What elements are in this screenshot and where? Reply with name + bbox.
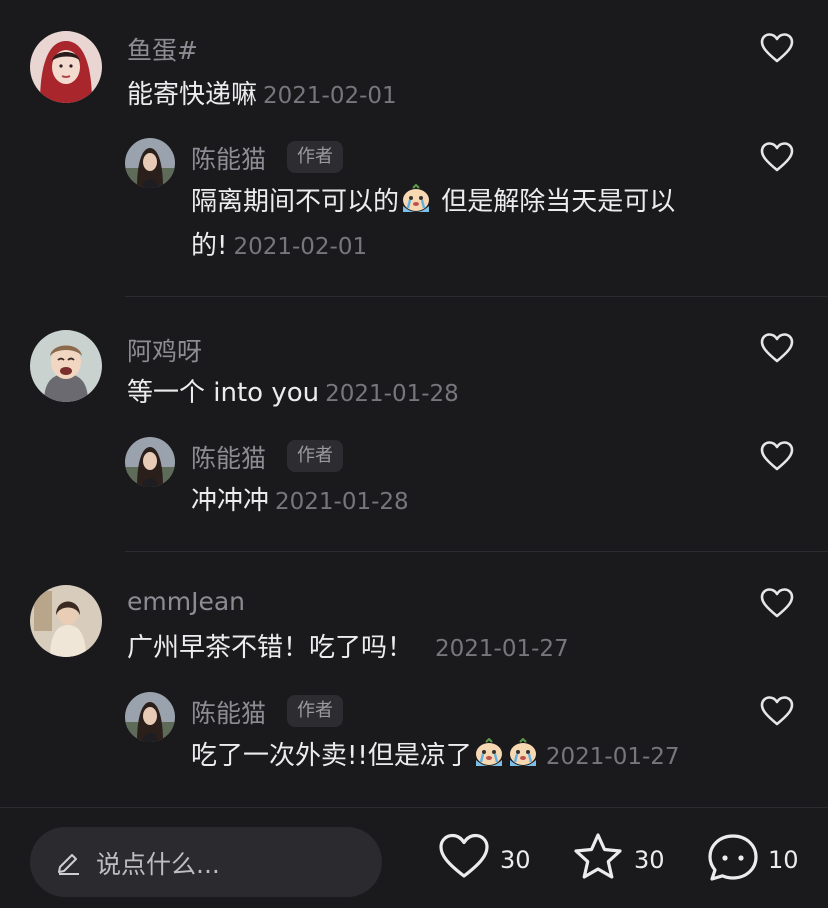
crying-emoji-icon bbox=[475, 738, 502, 766]
reply-username[interactable]: 陈能猫 bbox=[191, 694, 266, 730]
author-badge: 作者 bbox=[287, 440, 343, 472]
reply-text: 隔离期间不可以的 bbox=[191, 187, 400, 217]
comment-body: 广州早茶不错！吃了吗！ 2021-01-27 bbox=[127, 626, 569, 671]
bottom-action-bar: 说点什么... 30 30 10 bbox=[0, 807, 828, 908]
comment-input-placeholder: 说点什么... bbox=[96, 850, 220, 879]
avatar[interactable] bbox=[125, 437, 175, 487]
star-outline-icon bbox=[574, 833, 622, 879]
comment-count: 10 bbox=[768, 846, 799, 874]
heart-icon[interactable] bbox=[760, 587, 794, 619]
heart-icon[interactable] bbox=[760, 440, 794, 472]
divider bbox=[125, 296, 828, 297]
reply-date: 2021-01-27 bbox=[545, 744, 680, 770]
like-button[interactable]: 30 bbox=[438, 832, 538, 892]
comment-username[interactable]: emmJean bbox=[127, 587, 245, 616]
comment-text: 能寄快递嘛 bbox=[127, 80, 258, 110]
comment-date: 2021-02-01 bbox=[263, 83, 397, 109]
reply-text: 的! bbox=[191, 231, 228, 261]
avatar[interactable] bbox=[30, 31, 102, 103]
heart-outline-icon bbox=[439, 833, 489, 878]
comment-button[interactable]: 10 bbox=[706, 832, 806, 892]
favorite-button[interactable]: 30 bbox=[572, 832, 672, 892]
comment-date: 2021-01-27 bbox=[435, 636, 569, 662]
author-badge: 作者 bbox=[287, 695, 343, 727]
reply-date: 2021-01-28 bbox=[275, 489, 409, 515]
author-badge: 作者 bbox=[287, 141, 343, 173]
heart-icon[interactable] bbox=[760, 332, 794, 364]
comment-username[interactable]: 鱼蛋# bbox=[127, 31, 198, 67]
crying-emoji-icon bbox=[403, 184, 430, 212]
reply-text: 吃了一次外卖!!但是凉了 bbox=[191, 741, 472, 771]
reply-username[interactable]: 陈能猫 bbox=[191, 439, 266, 475]
avatar[interactable] bbox=[30, 585, 102, 657]
heart-icon[interactable] bbox=[760, 32, 794, 64]
reply-text: 冲冲冲 bbox=[191, 486, 270, 516]
avatar[interactable] bbox=[30, 330, 102, 402]
like-count: 30 bbox=[500, 846, 531, 874]
favorite-count: 30 bbox=[634, 846, 665, 874]
comment-text: 等一个 into you bbox=[127, 378, 320, 408]
reply-body: 隔离期间不可以的 但是解除当天是可以的! 2021-02-01 bbox=[191, 180, 751, 269]
reply-username[interactable]: 陈能猫 bbox=[191, 140, 266, 176]
divider bbox=[125, 551, 828, 552]
comment-body: 能寄快递嘛 2021-02-01 bbox=[127, 73, 397, 118]
comment-date: 2021-01-28 bbox=[325, 381, 459, 407]
speech-bubble-icon bbox=[708, 834, 758, 881]
pencil-icon bbox=[58, 854, 79, 875]
reply-body: 冲冲冲 2021-01-28 bbox=[191, 479, 409, 524]
comment-input[interactable]: 说点什么... bbox=[30, 827, 382, 897]
heart-icon[interactable] bbox=[760, 141, 794, 173]
comments-page: 鱼蛋# 能寄快递嘛 2021-02-01 陈能猫 作者 隔离期间不可以的 但是解除… bbox=[0, 0, 828, 908]
comment-body: 等一个 into you 2021-01-28 bbox=[127, 371, 459, 416]
crying-emoji-icon bbox=[509, 738, 536, 766]
reply-text: 但是解除当天是可以 bbox=[433, 187, 676, 217]
avatar[interactable] bbox=[125, 692, 175, 742]
comment-username[interactable]: 阿鸡呀 bbox=[127, 332, 202, 368]
reply-body: 吃了一次外卖!!但是凉了 2021-01-27 bbox=[191, 734, 680, 779]
reply-date: 2021-02-01 bbox=[233, 234, 368, 260]
avatar[interactable] bbox=[125, 138, 175, 188]
comment-text: 广州早茶不错！吃了吗！ bbox=[127, 633, 414, 663]
heart-icon[interactable] bbox=[760, 695, 794, 727]
